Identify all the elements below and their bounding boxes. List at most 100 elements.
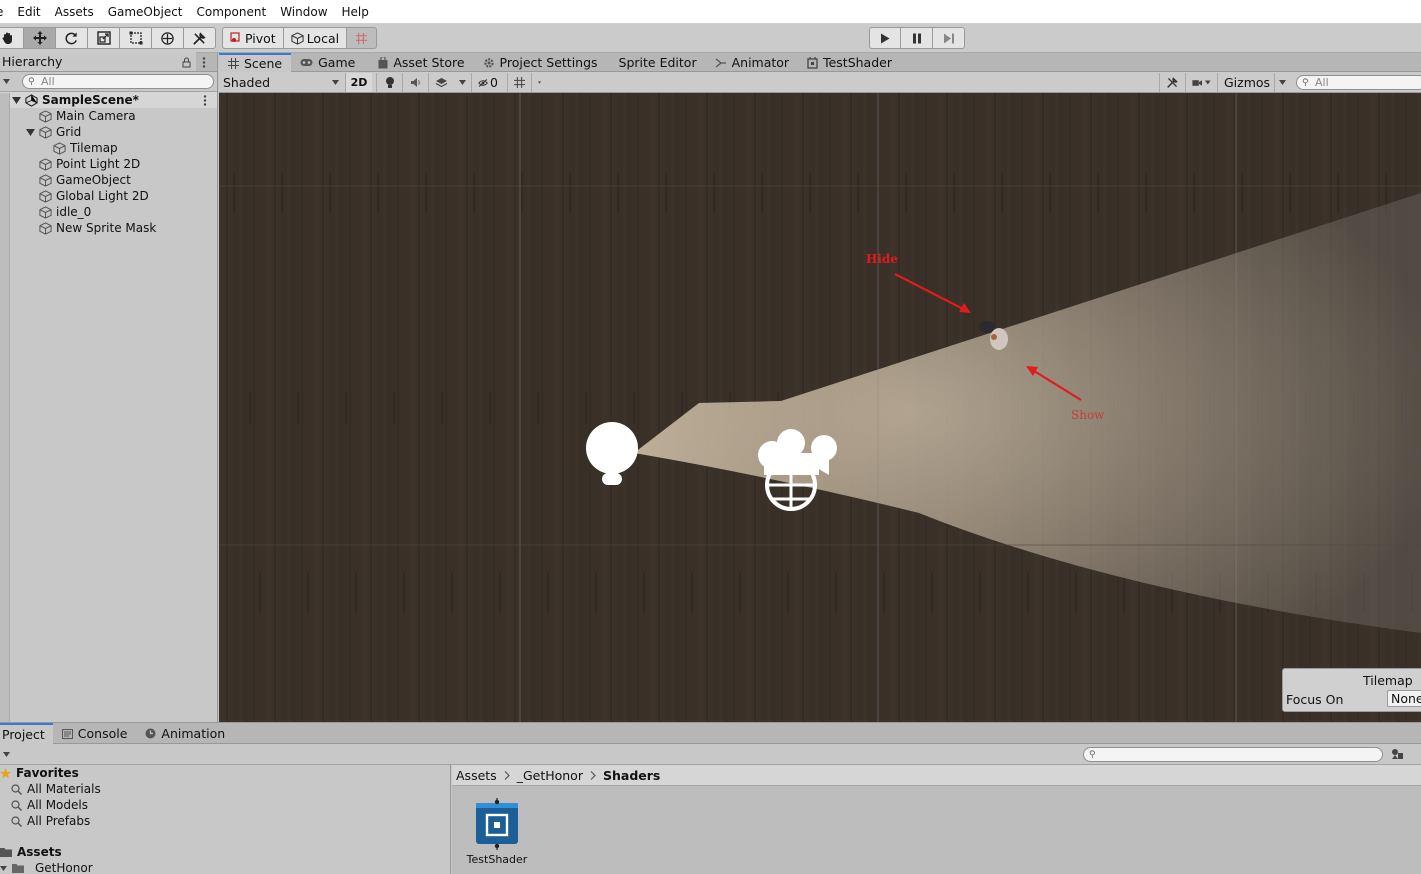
tab-animation[interactable]: Animation [136,723,234,744]
menu-edit[interactable]: Edit [10,0,47,24]
kebab-menu-icon[interactable] [202,57,206,68]
tab-scene[interactable]: Scene [219,53,292,72]
menu-window[interactable]: Window [273,0,334,24]
menu-component[interactable]: Component [190,0,274,24]
search-icon [11,783,22,795]
tab-label: Scene [244,55,283,71]
transform-tool-button[interactable] [152,27,184,49]
scene-search-input[interactable]: ⚲ All [1296,75,1421,90]
tab-project[interactable]: Project [0,723,53,744]
favorites-header[interactable]: Favorites [0,765,79,781]
tab-animator[interactable]: Animator [706,53,798,72]
folder-icon [12,864,24,873]
hide-annotation-label: Hide [866,252,898,266]
hierarchy-scrollbar[interactable] [0,93,10,722]
gizmos-dropdown[interactable]: Gizmos [1217,73,1287,92]
project-search-input[interactable]: ⚲ [1083,747,1383,762]
breadcrumb-item[interactable]: _GetHonor [517,768,583,783]
local-label: Local [306,30,340,46]
dropdown-arrow-icon[interactable] [3,752,10,757]
favorites-item[interactable]: All Prefabs [11,813,90,829]
mode-2d-label: 2D [350,76,368,89]
hand-tool-button[interactable] [0,27,24,49]
hierarchy-item[interactable]: Point Light 2D [39,156,140,172]
audio-toggle[interactable] [402,73,428,92]
tab-sprite-editor[interactable]: Sprite Editor [607,53,706,72]
hierarchy-scene-row[interactable]: SampleScene* [0,92,217,108]
focus-on-dropdown[interactable]: None [1387,690,1421,707]
favorites-item-label: All Prefabs [27,814,91,828]
play-button[interactable] [869,27,901,49]
dropdown-arrow-icon[interactable] [3,79,10,84]
custom-tool-button[interactable] [184,27,216,49]
tab-game[interactable]: Game [291,53,364,72]
camera-dropdown[interactable] [1185,73,1217,92]
rotate-tool-button[interactable] [56,27,88,49]
breadcrumb-item[interactable]: Shaders [603,768,660,783]
asset-tile[interactable]: TestShader [464,798,530,866]
hierarchy-item[interactable]: New Sprite Mask [39,220,156,236]
snap-button[interactable] [347,27,378,49]
menu-help[interactable]: Help [335,0,376,24]
shading-mode-dropdown[interactable]: Shaded [223,73,339,92]
grid-options-dropdown[interactable] [531,73,547,92]
move-icon [32,31,47,45]
tab-hierarchy[interactable]: Hierarchy [0,52,196,71]
tab-testshader[interactable]: TestShader [798,53,901,72]
gizmos-arrow[interactable] [1274,73,1287,92]
chevron-down-icon [12,96,21,104]
step-button[interactable] [933,27,965,49]
bag-icon [378,56,388,68]
hidden-objects-toggle[interactable]: 0 [471,73,504,92]
kebab-menu-icon[interactable] [203,95,207,106]
breadcrumb-item[interactable]: Assets [456,768,497,783]
menu-file[interactable]: e [0,0,10,24]
local-icon [291,31,304,45]
menu-assets[interactable]: Assets [48,0,101,24]
lighting-toggle[interactable] [376,73,402,92]
hierarchy-item[interactable]: Global Light 2D [39,188,149,204]
asset-tile-label: TestShader [466,853,528,866]
chevron-down-icon [332,80,339,85]
hierarchy-search-input[interactable]: ⚲ All [22,74,214,89]
lightbulb-icon [385,77,394,88]
scene-viewport[interactable]: Hide Show Tilemap Focus On None [219,93,1421,722]
tab-label: TestShader [823,55,892,70]
chevron-down-icon[interactable] [459,80,466,85]
rect-tool-button[interactable] [120,27,152,49]
assets-root[interactable]: Assets [0,844,62,860]
assets-child[interactable]: _GetHonor [0,860,93,874]
transform-tools [0,27,216,49]
hierarchy-item[interactable]: GameObject [39,172,131,188]
scene-panel: Scene Game Asset Store Project Settings … [219,53,1421,722]
tab-project-settings[interactable]: Project Settings [474,53,607,72]
hierarchy-item[interactable]: Tilemap [53,140,118,156]
move-tool-button[interactable] [24,27,56,49]
hierarchy-item[interactable]: Main Camera [39,108,136,124]
tools-toggle[interactable] [1159,73,1185,92]
project-toolbar: ⚲ [0,744,1421,765]
tab-asset-store[interactable]: Asset Store [364,53,473,72]
tab-console[interactable]: Console [53,723,137,744]
hierarchy-item[interactable]: Grid [26,124,81,140]
filter-by-type-icon[interactable] [1391,748,1404,760]
effects-toggle[interactable] [428,73,454,92]
menu-gameobject[interactable]: GameObject [101,0,190,24]
hierarchy-item[interactable]: idle_0 [39,204,91,220]
hierarchy-item-label: idle_0 [56,205,92,219]
camera-icon [1192,79,1203,86]
chevron-down-icon [0,865,7,871]
local-toggle[interactable]: Local [283,27,348,49]
pivot-toggle[interactable]: Pivot [222,27,284,49]
tab-label: Animation [161,726,226,741]
pause-button[interactable] [901,27,933,49]
lock-icon[interactable] [182,57,191,68]
favorites-item[interactable]: All Models [11,797,88,813]
favorites-item[interactable]: All Materials [11,781,101,797]
chevron-down-icon [26,128,35,136]
toggle-2d-button[interactable]: 2D [345,73,372,92]
grid-toggle[interactable] [507,73,531,92]
eye-hidden-icon [478,78,488,87]
gameobject-cube-icon [39,125,52,139]
scale-tool-button[interactable] [88,27,120,49]
